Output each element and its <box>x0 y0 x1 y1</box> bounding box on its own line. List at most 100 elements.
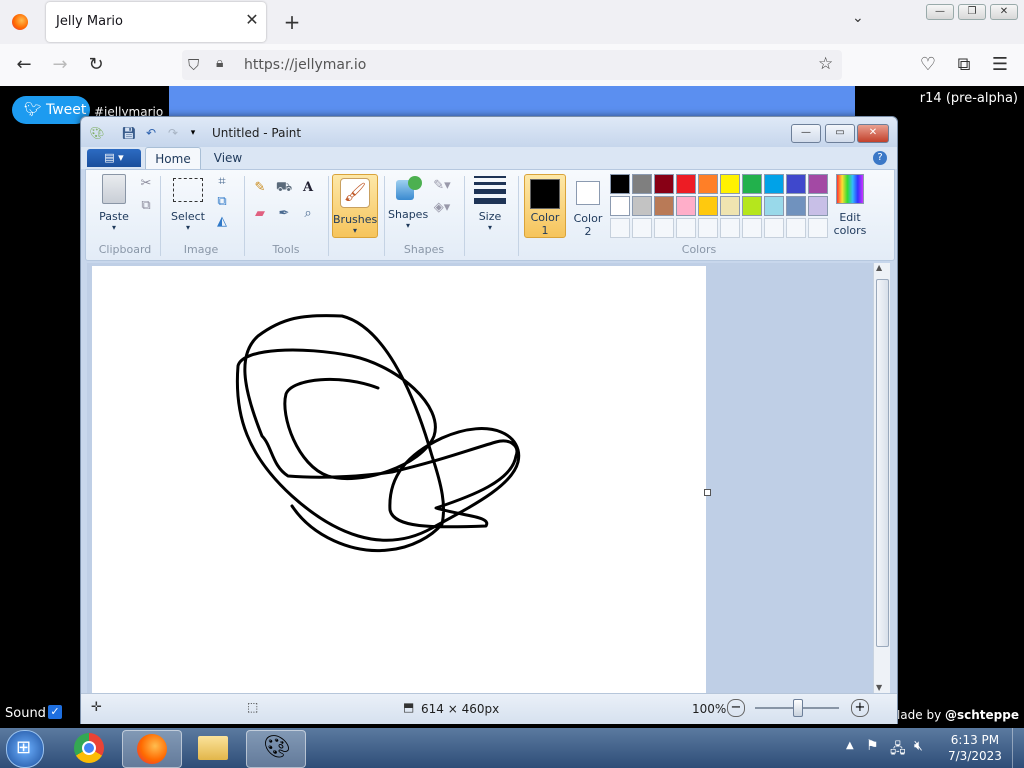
tab-home[interactable]: Home <box>145 147 201 170</box>
url-text[interactable]: https://jellymar.io <box>244 57 366 73</box>
scroll-down-icon[interactable]: ▼ <box>876 683 882 692</box>
palette-swatch[interactable] <box>764 174 784 194</box>
palette-swatch-empty[interactable] <box>610 218 630 238</box>
scroll-up-icon[interactable]: ▲ <box>876 263 882 272</box>
taskbar-paint[interactable]: 🎨︎ <box>246 730 306 768</box>
volume-muted-icon[interactable]: 🔇︎ <box>914 738 923 754</box>
paint-title-bar[interactable]: 🎨︎ 💾︎ ↶ ↷ ▾ Untitled - Paint — ▭ ✕ <box>81 117 897 147</box>
undo-icon[interactable]: ↶ <box>143 125 159 141</box>
tweet-button[interactable]: 🐦︎ Tweet <box>12 96 90 124</box>
palette-swatch[interactable] <box>654 196 674 216</box>
resize-icon[interactable]: ⧉ <box>212 192 232 212</box>
palette-swatch[interactable] <box>610 174 630 194</box>
scrollbar-thumb[interactable] <box>876 279 889 647</box>
customize-toolbar-icon[interactable]: ▾ <box>185 125 201 141</box>
palette-swatch[interactable] <box>698 174 718 194</box>
shield-icon[interactable]: ⛉ <box>188 56 199 74</box>
canvas-resize-handle[interactable] <box>704 489 711 496</box>
taskbar-firefox[interactable] <box>122 730 182 768</box>
color2-button[interactable]: Color 2 <box>568 174 608 238</box>
select-button[interactable]: Select ▾ <box>168 178 208 232</box>
paint-app-icon[interactable]: 🎨︎ <box>89 125 105 141</box>
crop-icon[interactable]: ⌗ <box>212 172 232 192</box>
show-desktop-button[interactable] <box>1012 728 1024 768</box>
pencil-icon[interactable]: ✎ <box>250 178 270 198</box>
vertical-scrollbar[interactable]: ▲ ▼ <box>873 263 890 695</box>
palette-swatch-empty[interactable] <box>698 218 718 238</box>
palette-swatch[interactable] <box>786 174 806 194</box>
palette-swatch[interactable] <box>742 196 762 216</box>
window-restore-button[interactable]: ❐ <box>958 4 986 20</box>
palette-swatch-empty[interactable] <box>632 218 652 238</box>
taskbar-explorer[interactable] <box>184 730 242 766</box>
list-all-tabs-icon[interactable]: ⌄ <box>852 10 864 26</box>
shapes-button[interactable]: Shapes ▾ <box>388 174 428 230</box>
tab-close-icon[interactable]: ✕ <box>242 10 262 30</box>
bookmark-star-icon[interactable]: ☆ <box>818 54 833 74</box>
author-link[interactable]: @schteppe <box>945 708 1019 722</box>
paste-button[interactable]: Paste ▾ <box>94 174 134 232</box>
action-center-icon[interactable]: ⚑ <box>866 738 879 754</box>
palette-swatch[interactable] <box>632 196 652 216</box>
show-hidden-icons[interactable]: ▲ <box>846 740 854 751</box>
palette-swatch-empty[interactable] <box>808 218 828 238</box>
zoom-slider-thumb[interactable] <box>793 699 803 717</box>
brushes-button[interactable]: 🖌︎ Brushes ▾ <box>332 174 378 238</box>
text-tool-icon[interactable]: A <box>298 178 318 198</box>
back-icon[interactable]: ← <box>12 54 36 76</box>
new-tab-button[interactable]: + <box>280 10 304 34</box>
browser-tab[interactable]: Jelly Mario ✕ <box>46 2 266 42</box>
extensions-icon[interactable]: ⧉ <box>952 54 976 76</box>
outline-icon[interactable]: ✎▾ <box>432 176 452 196</box>
magnifier-icon[interactable]: ⌕ <box>298 204 318 224</box>
palette-swatch[interactable] <box>786 196 806 216</box>
palette-swatch[interactable] <box>764 196 784 216</box>
eraser-icon[interactable]: ▰ <box>250 204 270 224</box>
palette-swatch[interactable] <box>808 174 828 194</box>
fill-icon[interactable]: ◈▾ <box>432 198 452 218</box>
pocket-icon[interactable]: ♡ <box>916 54 940 76</box>
palette-swatch[interactable] <box>742 174 762 194</box>
url-bar[interactable]: ⛉ 🔒︎ https://jellymar.io ☆ <box>182 50 842 80</box>
palette-swatch[interactable] <box>720 174 740 194</box>
window-minimize-button[interactable]: — <box>926 4 954 20</box>
system-clock[interactable]: 6:13 PM 7/3/2023 <box>948 733 1002 763</box>
palette-swatch-empty[interactable] <box>720 218 740 238</box>
sound-checkbox[interactable]: ✓ <box>48 705 62 719</box>
start-button[interactable]: ⊞ <box>6 730 44 768</box>
reload-icon[interactable]: ↻ <box>84 54 108 76</box>
size-button[interactable]: Size ▾ <box>470 176 510 232</box>
palette-swatch[interactable] <box>610 196 630 216</box>
edit-colors-button[interactable]: Edit colors <box>828 174 872 237</box>
redo-icon[interactable]: ↷ <box>165 125 181 141</box>
palette-swatch[interactable] <box>720 196 740 216</box>
paint-file-menu-button[interactable]: ▤ ▾ <box>87 149 141 167</box>
palette-swatch-empty[interactable] <box>654 218 674 238</box>
cut-icon[interactable]: ✂ <box>136 174 156 194</box>
window-close-button[interactable]: ✕ <box>990 4 1018 20</box>
menu-icon[interactable]: ☰ <box>988 54 1012 76</box>
copy-icon[interactable]: ⧉ <box>136 196 156 216</box>
help-icon[interactable]: ? <box>873 151 887 165</box>
palette-swatch-empty[interactable] <box>764 218 784 238</box>
palette-swatch[interactable] <box>676 196 696 216</box>
paint-minimize-button[interactable]: — <box>791 124 821 143</box>
palette-swatch-empty[interactable] <box>786 218 806 238</box>
drawing-canvas[interactable] <box>92 266 706 694</box>
tab-view[interactable]: View <box>203 147 253 169</box>
rotate-icon[interactable]: ◭ <box>212 212 232 232</box>
lock-icon[interactable]: 🔒︎ <box>216 55 223 71</box>
network-icon[interactable]: 🖧︎ <box>890 738 906 762</box>
color1-button[interactable]: Color 1 <box>524 174 566 238</box>
paint-maximize-button[interactable]: ▭ <box>825 124 855 143</box>
forward-icon[interactable]: → <box>48 54 72 76</box>
palette-swatch[interactable] <box>632 174 652 194</box>
palette-swatch[interactable] <box>698 196 718 216</box>
fill-bucket-icon[interactable]: ⛟ <box>274 178 294 198</box>
zoom-out-button[interactable]: − <box>727 699 745 717</box>
paint-close-button[interactable]: ✕ <box>857 124 889 143</box>
color-picker-icon[interactable]: ✒ <box>274 204 294 224</box>
zoom-in-button[interactable]: + <box>851 699 869 717</box>
taskbar-chrome[interactable] <box>60 730 118 766</box>
save-icon[interactable]: 💾︎ <box>121 125 137 141</box>
